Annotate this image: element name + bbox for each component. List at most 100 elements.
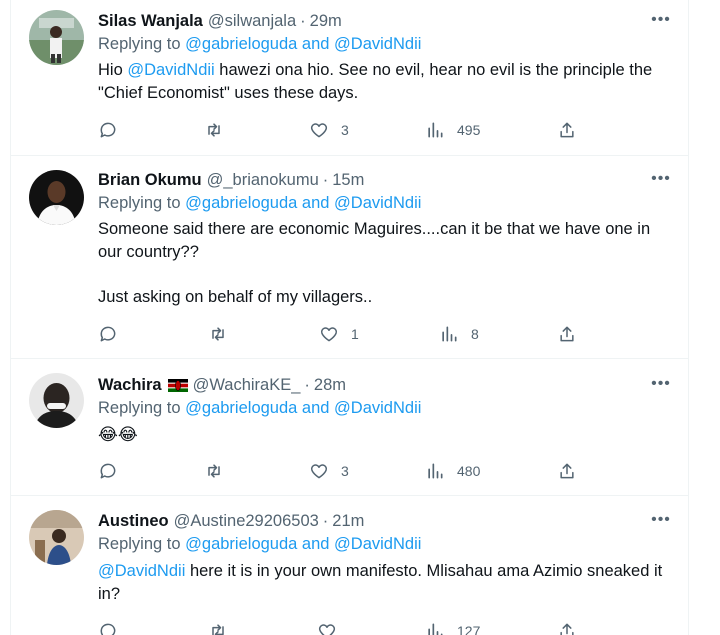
tweet-text: Someone said there are economic Maguires… — [98, 218, 668, 309]
user-handle[interactable]: @silwanjala — [208, 12, 296, 31]
user-handle[interactable]: @Austine29206503 — [174, 512, 319, 531]
avatar-image — [29, 373, 84, 428]
more-icon[interactable]: ••• — [651, 374, 671, 394]
replying-to: Replying to @gabrieloguda and @DavidNdii — [98, 535, 421, 554]
avatar[interactable] — [29, 170, 84, 225]
replying-label: Replying to — [98, 35, 181, 53]
like-button[interactable]: 3 — [309, 119, 349, 141]
like-icon — [318, 624, 336, 635]
timestamp[interactable]: 28m — [314, 376, 346, 395]
reply-tweet[interactable]: Brian Okumu @_brianokumu · 15m ••• Reply… — [11, 156, 688, 359]
share-button[interactable] — [557, 119, 577, 141]
reply-button[interactable] — [98, 460, 118, 482]
display-name[interactable]: Wachira — [98, 376, 162, 395]
display-name[interactable]: Austineo — [98, 512, 169, 531]
like-button[interactable]: 1 — [319, 323, 359, 345]
reply-and: and — [301, 194, 330, 212]
mention-link[interactable]: @DavidNdii — [334, 535, 421, 553]
mention-link[interactable]: @DavidNdii — [127, 61, 214, 79]
replying-to: Replying to @gabrieloguda and @DavidNdii — [98, 194, 421, 213]
share-button[interactable] — [557, 460, 577, 482]
avatar[interactable] — [29, 373, 84, 428]
tweet-text: @DavidNdii here it is in your own manife… — [98, 560, 668, 606]
mention-link[interactable]: @DavidNdii — [334, 194, 421, 212]
more-icon[interactable]: ••• — [651, 169, 671, 189]
timestamp[interactable]: 15m — [332, 171, 364, 190]
kenya-flag-icon — [167, 378, 188, 392]
tweet-text: Hio @DavidNdii hawezi ona hio. See no ev… — [98, 59, 668, 105]
view-count: 480 — [457, 463, 481, 479]
separator: · — [322, 511, 329, 530]
tweet-header: Wachira @WachiraKE_ · 28m — [98, 374, 346, 396]
retweet-icon — [208, 123, 220, 137]
like-count: 3 — [341, 463, 349, 479]
tweet-header: Silas Wanjala @silwanjala · 29m — [98, 10, 342, 32]
reply-icon — [100, 122, 116, 138]
share-icon — [560, 623, 574, 635]
reply-and: and — [301, 535, 330, 553]
display-name[interactable]: Silas Wanjala — [98, 12, 203, 31]
views-icon — [428, 122, 443, 138]
mention-link[interactable]: @DavidNdii — [98, 562, 185, 580]
views-button[interactable]: 480 — [425, 460, 480, 482]
avatar[interactable] — [29, 10, 84, 65]
avatar-image — [29, 510, 84, 565]
reply-button[interactable] — [98, 620, 118, 635]
share-icon — [560, 463, 574, 479]
reply-tweet[interactable]: Austineo @Austine29206503 · 21m ••• Repl… — [11, 496, 688, 635]
retweet-button[interactable] — [208, 323, 228, 345]
user-handle[interactable]: @WachiraKE_ — [193, 376, 301, 395]
share-button[interactable] — [557, 620, 577, 635]
mention-link[interactable]: @gabrieloguda — [185, 35, 297, 53]
mention-link[interactable]: @gabrieloguda — [185, 194, 297, 212]
mention-link[interactable]: @gabrieloguda — [185, 399, 297, 417]
views-button[interactable]: 127 — [425, 620, 480, 635]
replying-to: Replying to @gabrieloguda and @DavidNdii — [98, 35, 421, 54]
reply-button[interactable] — [98, 119, 118, 141]
timestamp[interactable]: 21m — [332, 512, 364, 531]
text-line: Someone said there are economic Maguires… — [98, 220, 651, 261]
reply-button[interactable] — [98, 323, 118, 345]
avatar-image — [29, 10, 84, 65]
mention-link[interactable]: @DavidNdii — [334, 399, 421, 417]
like-count: 3 — [341, 122, 349, 138]
like-icon — [320, 327, 338, 342]
mention-link[interactable]: @DavidNdii — [334, 35, 421, 53]
view-count: 8 — [471, 326, 479, 342]
action-bar: 1 8 — [11, 323, 688, 345]
action-bar: 3 495 — [11, 119, 688, 141]
retweet-button[interactable] — [208, 620, 228, 635]
more-icon[interactable]: ••• — [651, 510, 671, 530]
timestamp[interactable]: 29m — [310, 12, 342, 31]
separator: · — [300, 11, 306, 30]
like-count: 1 — [351, 326, 359, 342]
share-button[interactable] — [557, 323, 577, 345]
views-button[interactable]: 8 — [439, 323, 479, 345]
more-icon[interactable]: ••• — [651, 10, 671, 30]
tweet-header: Austineo @Austine29206503 · 21m — [98, 510, 364, 532]
share-icon — [560, 122, 574, 138]
like-button[interactable]: 3 — [309, 460, 349, 482]
retweet-icon — [212, 624, 224, 635]
action-bar: 127 — [11, 620, 688, 635]
replying-label: Replying to — [98, 535, 181, 553]
avatar[interactable] — [29, 510, 84, 565]
tweet-text: 😂😂 — [98, 423, 668, 446]
reply-tweet[interactable]: Silas Wanjala @silwanjala · 29m ••• Repl… — [11, 0, 688, 156]
mention-link[interactable]: @gabrieloguda — [185, 535, 297, 553]
emoji-text: 😂😂 — [98, 425, 138, 444]
view-count: 127 — [457, 623, 481, 635]
right-gutter — [689, 0, 720, 635]
reply-icon — [100, 623, 116, 635]
user-handle[interactable]: @_brianokumu — [207, 171, 319, 190]
reply-icon — [100, 463, 116, 479]
retweet-button[interactable] — [204, 460, 224, 482]
retweet-button[interactable] — [204, 119, 224, 141]
like-button[interactable] — [317, 620, 337, 635]
action-bar: 3 480 — [11, 460, 688, 482]
retweet-icon — [212, 327, 224, 341]
views-button[interactable]: 495 — [425, 119, 480, 141]
display-name[interactable]: Brian Okumu — [98, 171, 202, 190]
share-icon — [560, 326, 574, 342]
reply-tweet[interactable]: Wachira @WachiraKE_ · 28m ••• Replying t… — [11, 359, 688, 496]
